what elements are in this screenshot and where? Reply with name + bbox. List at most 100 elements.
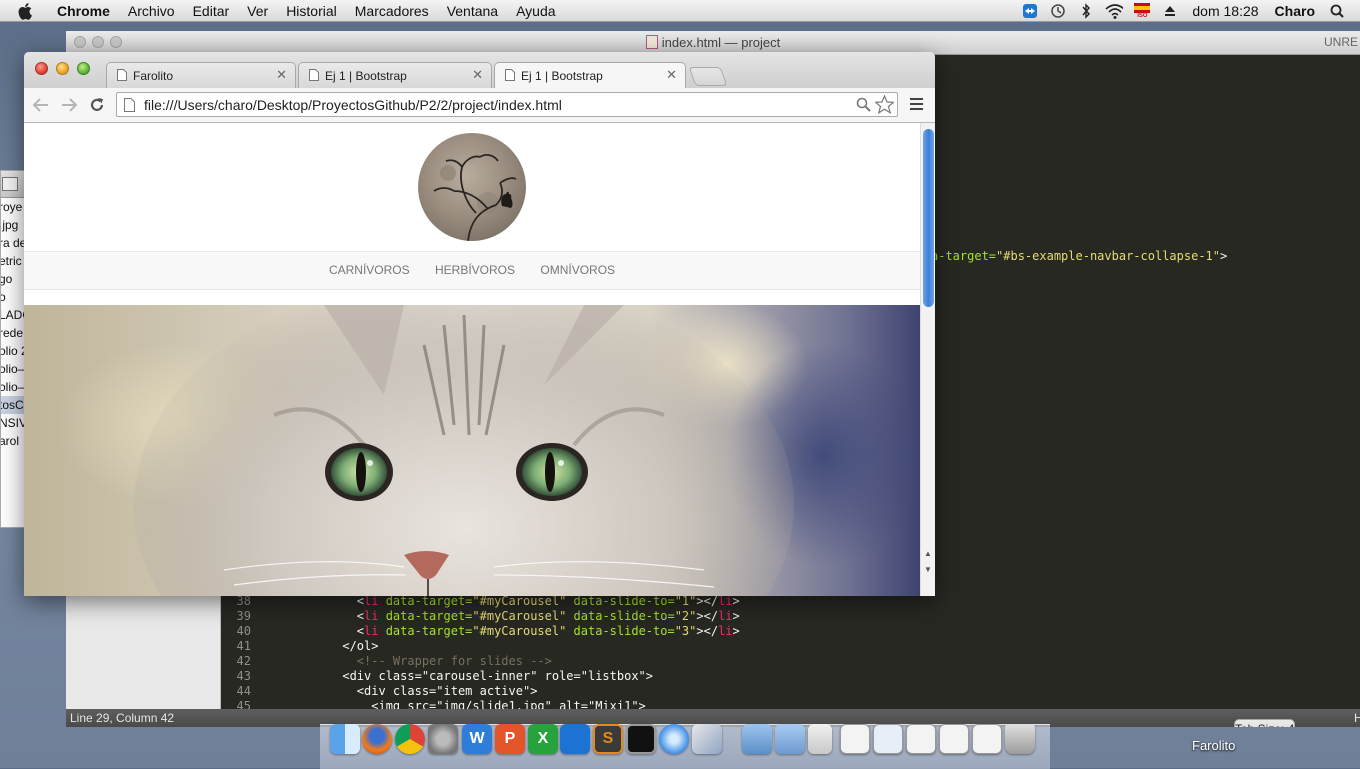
scroll-down-arrow-icon[interactable]: ▼ [924,565,932,574]
finder-item[interactable]: etric [1,252,27,270]
editor-zoom-button[interactable] [110,36,122,48]
menubar-user[interactable]: Charo [1267,3,1323,19]
menu-ver[interactable]: Ver [238,0,277,22]
carousel-cat-image[interactable] [24,305,920,596]
menu-ayuda[interactable]: Ayuda [507,0,564,22]
page-scrollbar[interactable]: ▲ ▼ [920,123,935,596]
forward-arrow-icon[interactable] [60,96,78,114]
chrome-icon[interactable] [395,724,425,754]
chrome-window-2-icon[interactable] [873,724,903,754]
finder-item[interactable]: olio– [1,360,27,378]
finder-item[interactable]: olio– [1,378,27,396]
nav-link-herbivoros[interactable]: HERBÍVOROS [435,263,515,277]
editor-window-controls [74,36,122,48]
page-icon [117,69,127,81]
finder-item[interactable]: arol [1,432,27,450]
firefox-icon[interactable] [362,724,392,754]
menu-ventana[interactable]: Ventana [438,0,507,22]
tab-farolito[interactable]: Farolito ✕ [106,62,296,88]
chrome-window-4-icon[interactable] [939,724,969,754]
chrome-window-controls [35,62,90,75]
system-preferences-icon[interactable] [428,724,458,754]
menubar-clock[interactable]: dom 18:28 [1184,3,1266,19]
chrome-menu-icon[interactable] [910,98,923,113]
tab-close-icon[interactable]: ✕ [472,67,483,83]
dock-icons: W P X S [0,724,1360,764]
preview-icon[interactable] [692,724,722,754]
close-window-button[interactable] [35,62,48,75]
chrome-window-1-icon[interactable] [840,724,870,754]
eject-icon[interactable] [1161,3,1179,19]
url-text[interactable]: file:///Users/charo/Desktop/ProyectosGit… [144,97,562,113]
menu-historial[interactable]: Historial [277,0,346,22]
teamviewer-dock-icon[interactable] [560,724,590,754]
tab-bootstrap-2-active[interactable]: Ej 1 | Bootstrap ✕ [494,62,686,88]
code-punct: ></ [696,594,719,608]
scroll-up-arrow-icon[interactable]: ▲ [924,549,932,558]
page-icon [505,69,515,81]
tab-close-icon[interactable]: ✕ [666,67,677,83]
sublime-text-icon[interactable]: S [593,724,623,754]
powerpoint-icon[interactable]: P [495,724,525,754]
word-icon[interactable]: W [462,724,492,754]
archive-icon[interactable] [808,724,832,754]
finder-item[interactable]: go [1,270,27,288]
tab-bootstrap-1[interactable]: Ej 1 | Bootstrap ✕ [298,62,492,88]
documents-folder-icon[interactable] [775,724,805,754]
finder-item[interactable]: NSIV [1,414,27,432]
spanish-input-flag-icon[interactable]: ISO [1133,3,1151,19]
editor-window-title: index.html — project [661,35,781,50]
web-page: CARNÍVOROS HERBÍVOROS OMNÍVOROS [24,123,920,596]
code-string: "#myCarousel" [472,609,567,623]
menu-editar[interactable]: Editar [184,0,239,22]
nav-link-omnivoros[interactable]: OMNÍVOROS [540,263,615,277]
bluetooth-icon[interactable] [1077,3,1095,19]
finder-item[interactable]: rede [1,324,27,342]
code-punct: > [732,594,740,608]
applications-folder-icon[interactable] [742,724,772,754]
back-arrow-icon[interactable] [32,96,50,114]
finder-item[interactable]: .jpg [1,216,27,234]
tab-close-icon[interactable]: ✕ [276,67,287,83]
column-view-icon[interactable] [2,177,18,191]
zoom-window-button[interactable] [77,62,90,75]
editor-minimize-button[interactable] [92,36,104,48]
chrome-window-3-icon[interactable] [906,724,936,754]
minimize-window-button[interactable] [56,62,69,75]
page-icon [124,98,135,112]
zoom-magnifier-icon[interactable] [856,97,871,117]
scrollbar-thumb[interactable] [923,129,934,307]
address-bar[interactable]: file:///Users/charo/Desktop/ProyectosGit… [116,92,898,117]
code-punct: ></ [696,624,719,638]
itunes-icon[interactable] [659,724,689,754]
time-machine-icon[interactable] [1049,3,1067,19]
trash-icon[interactable] [1005,724,1035,754]
finder-item[interactable]: ra de [1,234,27,252]
finder-item[interactable]: o [1,288,27,306]
finder-item[interactable]: LADC [1,306,27,324]
menu-bar: Chrome Archivo Editar Ver Historial Marc… [0,0,1360,22]
teamviewer-icon[interactable] [1021,3,1039,19]
excel-icon[interactable]: X [528,724,558,754]
apple-menu-icon[interactable] [18,2,38,20]
chrome-window-5-icon[interactable] [972,724,1002,754]
menu-marcadores[interactable]: Marcadores [346,0,438,22]
moon-cat-logo[interactable] [418,133,526,241]
code-attr: data-slide-to= [566,609,675,623]
spotlight-search-icon[interactable] [1328,3,1346,19]
new-tab-button[interactable] [688,67,728,86]
terminal-icon[interactable] [626,724,656,754]
finder-item-selected[interactable]: tosC [1,396,27,414]
menu-app-name[interactable]: Chrome [48,0,119,22]
wifi-icon[interactable] [1105,3,1124,19]
code-punct: < [356,624,365,638]
editor-close-button[interactable] [74,36,86,48]
bookmark-star-icon[interactable] [873,94,896,119]
finder-icon[interactable] [330,724,360,754]
menu-archivo[interactable]: Archivo [119,0,184,22]
nav-link-carnivoros[interactable]: CARNÍVOROS [329,263,410,277]
finder-item[interactable]: roye [1,198,27,216]
reload-icon[interactable] [88,96,106,114]
finder-item[interactable]: olio 2 [1,342,27,360]
